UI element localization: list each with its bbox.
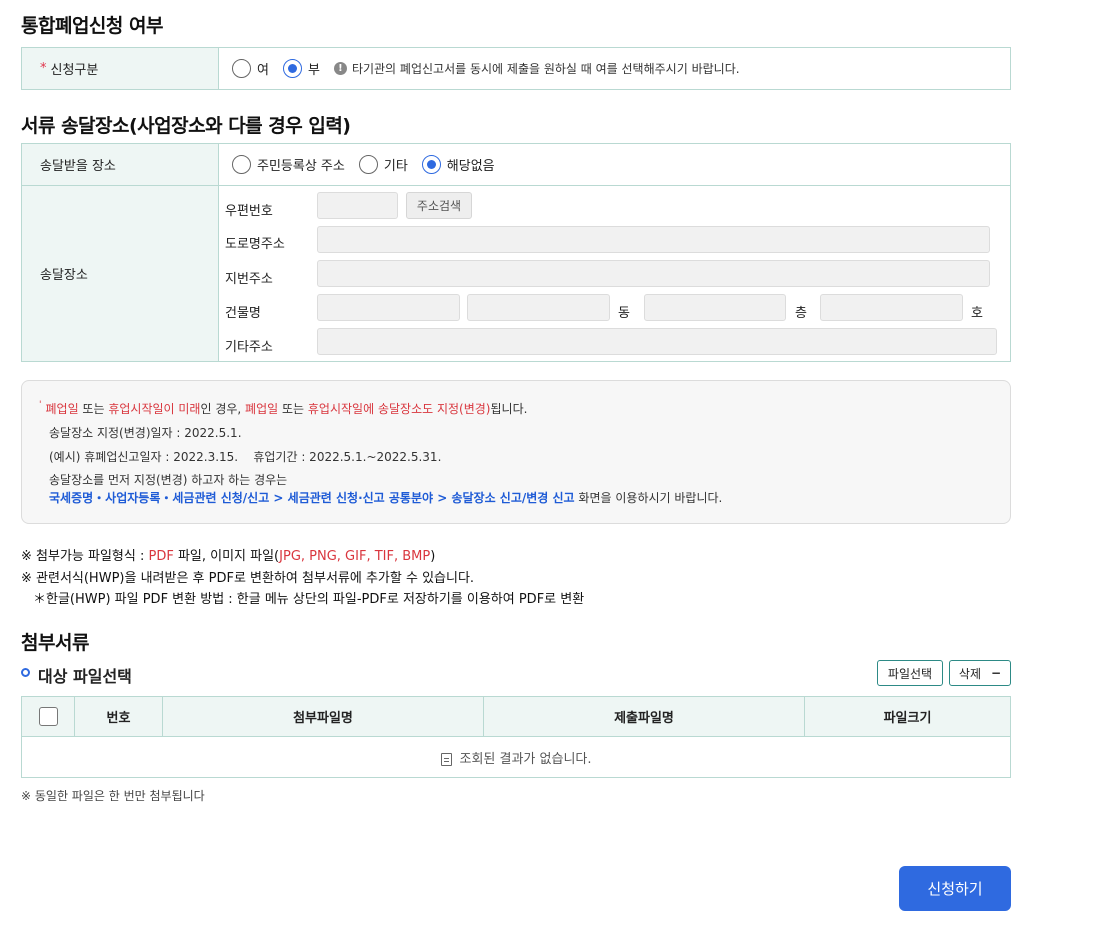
postal-code-label: 우편번호 [225,204,273,219]
notice-box: ' 폐업일 또는 휴업시작일이 미래인 경우, 폐업일 또는 휴업시작일에 송달장… [21,380,1011,524]
section-title-delivery: 서류 송달장소(사업장소와 다를 경우 입력) [21,115,351,137]
building-dong-input[interactable] [467,294,610,321]
ho-label: 호 [971,306,983,321]
radio-circle-selected[interactable] [282,59,302,78]
bullet-circle-icon [21,668,30,677]
attachments-title: 첨부서류 [21,632,89,654]
guide-line-2: ※ 관련서식(HWP)을 내려받은 후 PDF로 변환하여 첨부서류에 추가할 … [21,571,475,586]
submit-button[interactable]: 신청하기 [899,866,1011,911]
jibun-address-label: 지번주소 [225,272,273,287]
minus-icon: − [991,666,1002,680]
notice-line-5: 국세증명・사업자등록・세금관련 신청/신고 > 세금관련 신청·신고 공통분야 … [49,491,723,505]
radio-none[interactable]: 해당없음 [421,155,495,174]
etc-address-input[interactable] [317,328,997,355]
building-label: 건물명 [225,306,261,321]
delivery-table: 송달받을 장소 주민등록상 주소 기타 해당없음 송달장소 우편번호 주소검색 … [21,143,1011,362]
table-row: 조회된 결과가 없습니다. [21,736,1011,778]
notice-line-2: 송달장소 지정(변경)일자 : 2022.5.1. [49,426,242,440]
radio-no[interactable]: 부 [282,59,320,78]
jibun-address-input[interactable] [317,260,990,287]
floor-input[interactable] [644,294,786,321]
postal-code-input[interactable] [317,192,398,219]
delete-button[interactable]: 삭제 − [949,660,1011,686]
radio-other[interactable]: 기타 [358,155,408,174]
floor-label: 층 [795,306,807,321]
col-number: 번호 [74,696,163,737]
tax-menu-path-link[interactable]: 국세증명・사업자등록・세금관련 신청/신고 > 세금관련 신청·신고 공통분야 … [49,491,575,505]
dong-label: 동 [618,306,630,321]
road-address-input[interactable] [317,226,990,253]
table-header-row: 번호 첨부파일명 제출파일명 파일크기 [21,696,1011,737]
radio-circle-selected[interactable] [421,155,441,174]
radio-circle[interactable] [358,155,378,174]
radio-resident-address[interactable]: 주민등록상 주소 [232,155,345,174]
application-hint: 타기관의 폐업신고서를 동시에 제출을 원하실 때 여를 선택해주시기 바랍니다… [351,62,740,76]
select-all-checkbox[interactable] [38,707,58,726]
notice-line-1: ' 폐업일 또는 휴업시작일이 미래인 경우, 폐업일 또는 휴업시작일에 송달장… [39,400,528,416]
col-attach-name: 첨부파일명 [162,696,484,737]
notice-line-4: 송달장소를 먼저 지정(변경) 하고자 하는 경우는 [49,473,288,487]
road-address-label: 도로명주소 [225,237,285,252]
notice-line-3: (예시) 휴폐업신고일자 : 2022.3.15. 휴업기간 : 2022.5.… [49,450,442,464]
application-type-label: * 신청구분 [22,48,219,89]
ho-input[interactable] [820,294,963,321]
delivery-address-label: 송달장소 [22,186,219,361]
section-title-closure: 통합폐업신청 여부 [21,15,163,37]
radio-circle[interactable] [232,59,251,78]
application-type-row: * 신청구분 여 부 ! 타기관의 폐업신고서를 동시에 제출을 원하실 때 여… [21,47,1011,90]
address-search-button[interactable]: 주소검색 [406,192,472,219]
file-table: 번호 첨부파일명 제출파일명 파일크기 조회된 결과가 없습니다. [21,696,1011,778]
document-icon [440,752,452,766]
col-submit-name: 제출파일명 [483,696,805,737]
empty-result-text: 조회된 결과가 없습니다. [459,751,592,767]
file-select-button[interactable]: 파일선택 [877,660,943,686]
required-mark: * [40,61,47,76]
etc-address-label: 기타주소 [225,340,273,355]
radio-circle[interactable] [232,155,251,174]
delivery-place-label: 송달받을 장소 [22,144,219,186]
info-icon: ! [333,62,347,75]
building-name-input[interactable] [317,294,460,321]
radio-yes[interactable]: 여 [232,59,269,78]
guide-line-1: ※ 첨부가능 파일형식 : PDF 파일, 이미지 파일(JPG, PNG, G… [21,549,436,564]
duplicate-note: ※ 동일한 파일은 한 번만 첨부됩니다 [21,789,205,803]
col-file-size: 파일크기 [804,696,1011,737]
file-select-subtitle: 대상 파일선택 [38,667,132,686]
guide-line-3: ＊한글(HWP) 파일 PDF 변환 방법 : 한글 메뉴 상단의 파일-PDF… [33,592,585,607]
